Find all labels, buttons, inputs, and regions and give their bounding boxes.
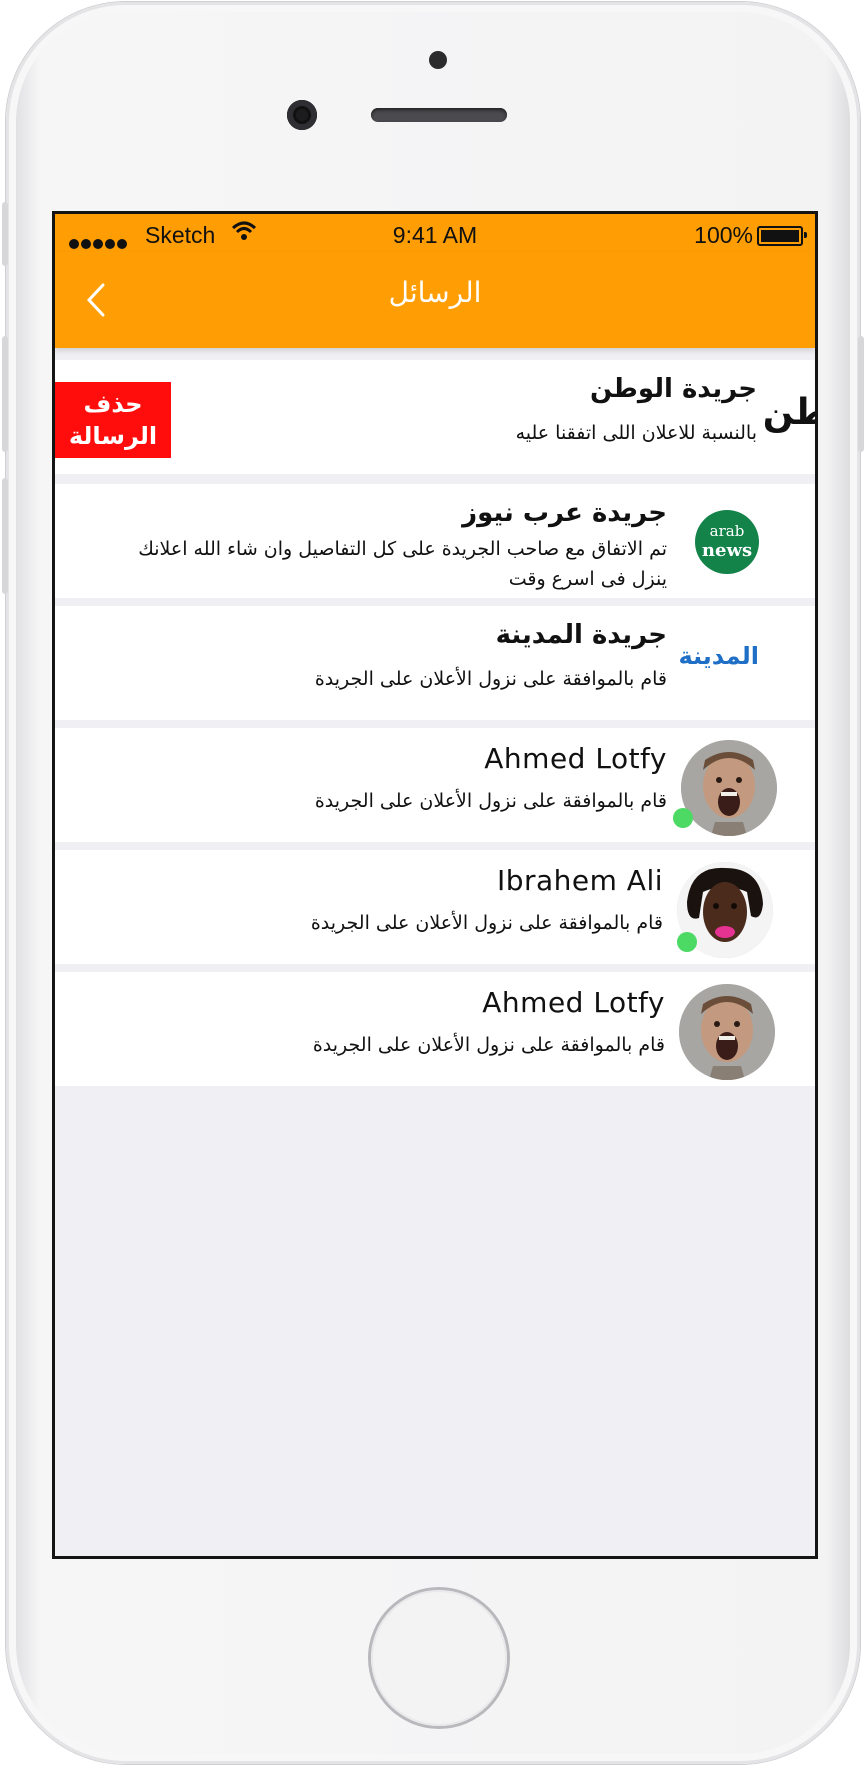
sender-name: Ibrahem Ali (496, 864, 663, 897)
power-button (858, 336, 864, 452)
message-row-arabnews[interactable]: جريدة عرب نيوز تم الاتفاق مع صاحب الجريد… (55, 484, 815, 598)
online-indicator (673, 808, 693, 828)
sender-name: جريدة عرب نيوز (462, 498, 667, 528)
message-preview: قام بالموافقة على نزول الأعلان على الجري… (314, 668, 667, 690)
sender-name: جريدة المدينة (495, 620, 667, 650)
message-row-ahmed-1[interactable]: Ahmed Lotfy قام بالموافقة على نزول الأعل… (55, 728, 815, 842)
home-button[interactable] (371, 1590, 507, 1726)
delete-label-line2: الرسالة (68, 422, 158, 450)
status-bar: Sketch 9:41 AM 100% (55, 214, 815, 252)
delete-message-button[interactable]: حذف الرسالة (55, 382, 171, 458)
battery-icon (757, 226, 807, 246)
page-title: الرسائل (388, 276, 482, 309)
sender-name: Ahmed Lotfy (484, 742, 667, 775)
message-row-ahmed-2[interactable]: Ahmed Lotfy قام بالموافقة على نزول الأعل… (55, 972, 815, 1086)
message-row-ibrahem[interactable]: Ibrahem Ali قام بالموافقة على نزول الأعل… (55, 850, 815, 964)
delete-label-line1: حذف (83, 390, 143, 418)
earpiece-speaker (371, 108, 507, 122)
sender-name: جريدة الوطن (590, 374, 757, 404)
user-avatar (679, 984, 775, 1080)
battery-percent: 100% (694, 222, 753, 248)
logo-line1: arab (709, 522, 745, 540)
front-camera (287, 100, 317, 130)
mute-switch (2, 202, 8, 266)
arabnews-logo: arab news (695, 510, 759, 574)
navigation-bar: الرسائل (55, 252, 815, 348)
almadina-logo: المدينة (678, 642, 759, 670)
sender-name: Ahmed Lotfy (482, 986, 665, 1019)
online-indicator (677, 932, 697, 952)
message-preview: قام بالموافقة على نزول الأعلان على الجري… (312, 1034, 665, 1056)
volume-up-button (2, 336, 8, 452)
message-preview: قام بالموافقة على نزول الأعلان على الجري… (314, 790, 667, 812)
message-row-almadina[interactable]: جريدة المدينة قام بالموافقة على نزول الأ… (55, 606, 815, 720)
logo-line2: news (701, 540, 753, 561)
message-preview: تم الاتفاق مع صاحب الجريدة على كل التفاص… (138, 538, 667, 590)
proximity-sensor (429, 51, 447, 69)
alwatan-logo: طن (762, 392, 815, 433)
message-preview: قام بالموافقة على نزول الأعلان على الجري… (310, 912, 663, 934)
app-screen: Sketch 9:41 AM 100% الرسائل حذف الرسالة … (52, 211, 818, 1559)
message-preview: بالنسبة للاعلان اللى اتفقنا عليه (515, 422, 757, 444)
message-row-alwatan[interactable]: حذف الرسالة جريدة الوطن بالنسبة للاعلان … (55, 360, 815, 474)
volume-down-button (2, 478, 8, 594)
user-avatar (681, 740, 777, 836)
